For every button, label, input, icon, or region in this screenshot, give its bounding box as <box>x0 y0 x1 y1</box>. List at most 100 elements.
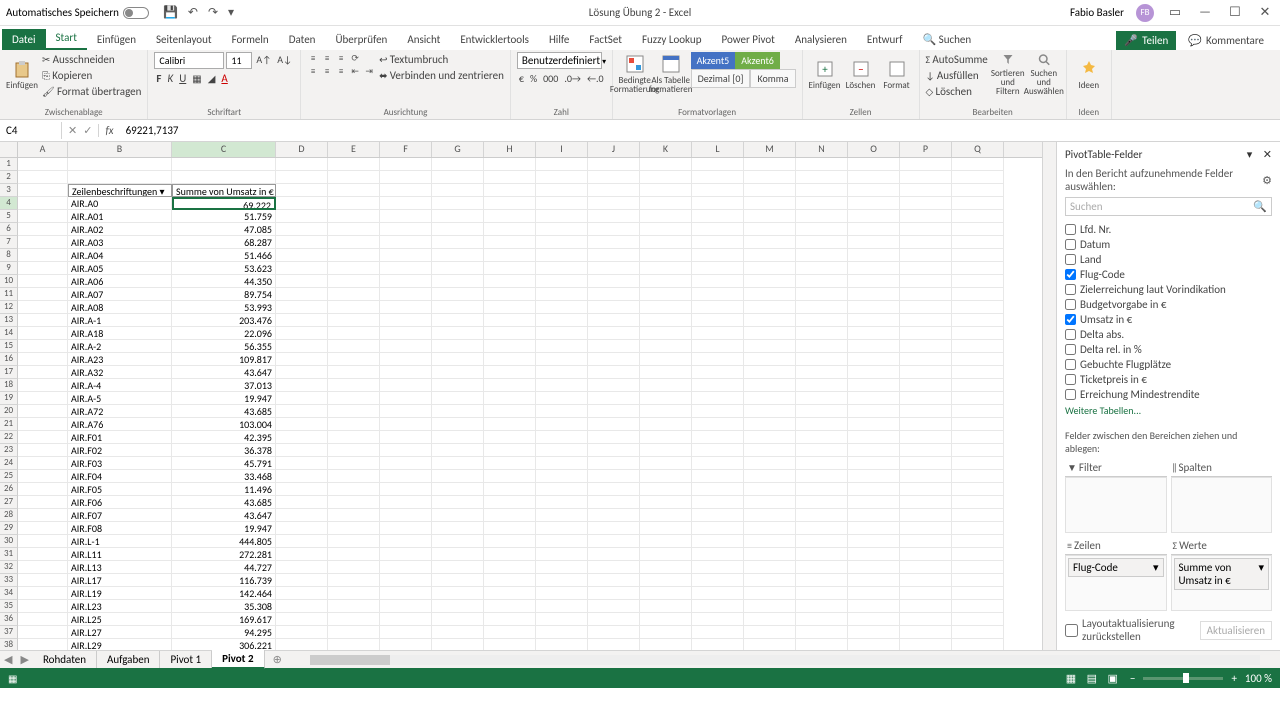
cell[interactable]: 169.617 <box>172 613 276 626</box>
field-checkbox[interactable] <box>1065 359 1076 370</box>
cell[interactable] <box>18 496 68 509</box>
cell[interactable]: AIR.A05 <box>68 262 172 275</box>
percent-icon[interactable]: % <box>528 71 539 86</box>
accept-formula-icon[interactable]: ✓ <box>83 124 92 137</box>
autosum-button[interactable]: Σ AutoSumme <box>926 52 988 67</box>
col-head-i[interactable]: I <box>536 142 588 157</box>
col-head-g[interactable]: G <box>432 142 484 157</box>
cell[interactable]: 444.805 <box>172 535 276 548</box>
cell[interactable]: AIR.F01 <box>68 431 172 444</box>
row-head-37[interactable]: 37 <box>0 626 18 639</box>
field-item[interactable]: Delta rel. in % <box>1065 342 1272 357</box>
inc-decimal-icon[interactable]: .0→ <box>562 71 583 86</box>
cell[interactable] <box>18 171 68 184</box>
font-size-select[interactable]: 11 <box>226 52 252 69</box>
cell[interactable]: AIR.A32 <box>68 366 172 379</box>
cell[interactable]: AIR.A76 <box>68 418 172 431</box>
cell[interactable] <box>18 444 68 457</box>
row-head-23[interactable]: 23 <box>0 444 18 457</box>
cell[interactable]: AIR.A0 <box>68 197 172 210</box>
cell[interactable]: AIR.L23 <box>68 600 172 613</box>
cell[interactable]: AIR.A-2 <box>68 340 172 353</box>
normal-view-icon[interactable]: ▦ <box>1062 672 1080 685</box>
row-head-14[interactable]: 14 <box>0 327 18 340</box>
underline-button[interactable]: U <box>177 71 188 86</box>
tab-factset[interactable]: FactSet <box>579 29 632 50</box>
cell[interactable] <box>18 470 68 483</box>
tab-search[interactable]: 🔍 Suchen <box>912 29 981 50</box>
field-checkbox[interactable] <box>1065 344 1076 355</box>
col-head-m[interactable]: M <box>744 142 796 157</box>
row-head-30[interactable]: 30 <box>0 535 18 548</box>
format-painter-button[interactable]: 🖌 Format übertragen <box>42 84 141 99</box>
cell[interactable]: Summe von Umsatz in € <box>172 184 276 197</box>
col-head-j[interactable]: J <box>588 142 640 157</box>
close-icon[interactable]: ✕ <box>1256 5 1274 20</box>
col-head-n[interactable]: N <box>796 142 848 157</box>
cell[interactable] <box>18 236 68 249</box>
field-item[interactable]: Delta abs. <box>1065 327 1272 342</box>
sheet-tab-aufgaben[interactable]: Aufgaben <box>97 651 160 668</box>
cell[interactable] <box>18 249 68 262</box>
row-head-10[interactable]: 10 <box>0 275 18 288</box>
cell[interactable]: AIR.F02 <box>68 444 172 457</box>
cell[interactable] <box>18 535 68 548</box>
cell[interactable] <box>18 522 68 535</box>
cell[interactable] <box>18 379 68 392</box>
field-checkbox[interactable] <box>1065 299 1076 310</box>
cell[interactable] <box>172 158 276 171</box>
align-top-icon[interactable]: ≡ <box>307 52 319 64</box>
row-head-21[interactable]: 21 <box>0 418 18 431</box>
format-table-button[interactable]: Als Tabelle formatieren <box>655 52 687 96</box>
cell[interactable]: AIR.L13 <box>68 561 172 574</box>
fx-icon[interactable]: fx <box>99 124 119 137</box>
cell[interactable]: AIR.F03 <box>68 457 172 470</box>
cell[interactable] <box>18 483 68 496</box>
redo-icon[interactable]: ↷ <box>208 5 218 20</box>
cell[interactable] <box>18 366 68 379</box>
col-head-o[interactable]: O <box>848 142 900 157</box>
tab-pagelayout[interactable]: Seitenlayout <box>146 29 222 50</box>
font-name-select[interactable]: Calibri <box>154 52 224 69</box>
cell[interactable]: 51.759 <box>172 210 276 223</box>
cut-button[interactable]: ✂ Ausschneiden <box>42 52 141 67</box>
cell[interactable]: 53.993 <box>172 301 276 314</box>
cell[interactable]: 203.476 <box>172 314 276 327</box>
field-checkbox[interactable] <box>1065 374 1076 385</box>
comma-icon[interactable]: 000 <box>541 71 560 86</box>
cell[interactable]: 272.281 <box>172 548 276 561</box>
cell[interactable] <box>18 405 68 418</box>
conditional-format-button[interactable]: Bedingte Formatierung <box>619 52 651 96</box>
tab-view[interactable]: Ansicht <box>397 29 450 50</box>
cell[interactable] <box>18 314 68 327</box>
tab-design[interactable]: Entwurf <box>857 29 913 50</box>
ribbon-options-icon[interactable]: ▭ <box>1166 5 1184 20</box>
update-button[interactable]: Aktualisieren <box>1200 621 1272 640</box>
field-checkbox[interactable] <box>1065 284 1076 295</box>
row-head-16[interactable]: 16 <box>0 353 18 366</box>
tab-formulas[interactable]: Formeln <box>222 29 279 50</box>
zoom-in-icon[interactable]: + <box>1231 672 1236 685</box>
row-head-8[interactable]: 8 <box>0 249 18 262</box>
fill-button[interactable]: ↓ Ausfüllen <box>926 68 988 83</box>
cell[interactable] <box>18 275 68 288</box>
field-item[interactable]: Erreichung Mindestrendite <box>1065 387 1272 402</box>
cell[interactable]: AIR.F07 <box>68 509 172 522</box>
field-item[interactable]: Budgetvorgabe in € <box>1065 297 1272 312</box>
sheet-nav-prev-icon[interactable]: ◀ <box>0 653 16 666</box>
row-head-28[interactable]: 28 <box>0 509 18 522</box>
fill-color-button[interactable]: ◢ <box>206 71 218 86</box>
tab-start[interactable]: Start <box>46 27 87 50</box>
cell[interactable]: 43.685 <box>172 496 276 509</box>
cell[interactable]: AIR.L27 <box>68 626 172 639</box>
merge-center-button[interactable]: ⬌ Verbinden und zentrieren <box>379 68 504 83</box>
row-head-26[interactable]: 26 <box>0 483 18 496</box>
field-checkbox[interactable] <box>1065 329 1076 340</box>
row-head-1[interactable]: 1 <box>0 158 18 171</box>
tab-data[interactable]: Daten <box>279 29 326 50</box>
row-head-11[interactable]: 11 <box>0 288 18 301</box>
cell[interactable]: 47.085 <box>172 223 276 236</box>
cell[interactable]: 19.947 <box>172 522 276 535</box>
cell[interactable]: 42.395 <box>172 431 276 444</box>
format-cells-button[interactable]: Format <box>881 52 913 96</box>
